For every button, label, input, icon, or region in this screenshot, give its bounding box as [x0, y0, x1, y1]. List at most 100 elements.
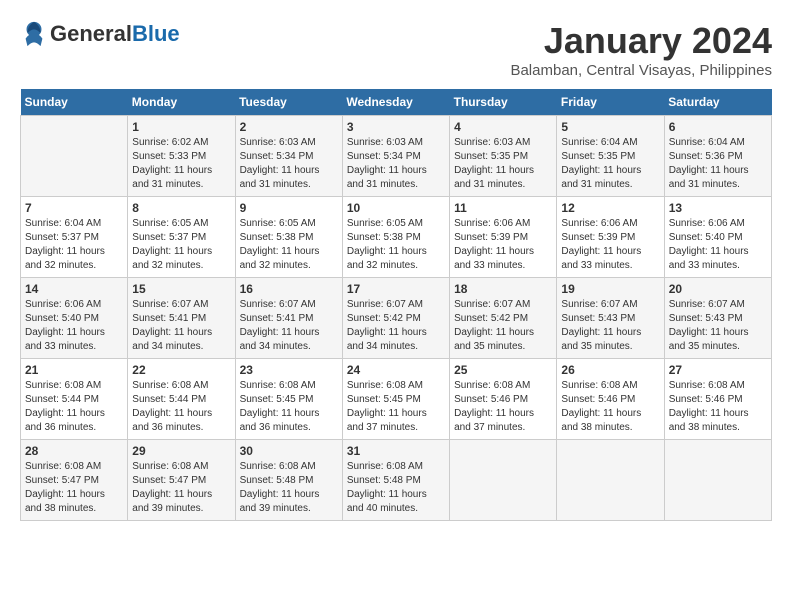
calendar-cell: 30 Sunrise: 6:08 AMSunset: 5:48 PMDaylig…	[235, 440, 342, 521]
day-info: Sunrise: 6:08 AMSunset: 5:48 PMDaylight:…	[240, 460, 338, 516]
location: Balamban, Central Visayas, Philippines	[510, 62, 772, 79]
calendar-cell: 4 Sunrise: 6:03 AMSunset: 5:35 PMDayligh…	[450, 116, 557, 197]
day-number: 26	[561, 363, 659, 377]
calendar-cell: 21 Sunrise: 6:08 AMSunset: 5:44 PMDaylig…	[21, 359, 128, 440]
day-number: 9	[240, 201, 338, 215]
calendar-cell: 29 Sunrise: 6:08 AMSunset: 5:47 PMDaylig…	[128, 440, 235, 521]
day-info: Sunrise: 6:07 AMSunset: 5:41 PMDaylight:…	[240, 298, 338, 354]
calendar-cell: 25 Sunrise: 6:08 AMSunset: 5:46 PMDaylig…	[450, 359, 557, 440]
calendar-cell: 24 Sunrise: 6:08 AMSunset: 5:45 PMDaylig…	[342, 359, 449, 440]
day-number: 17	[347, 282, 445, 296]
calendar-cell: 2 Sunrise: 6:03 AMSunset: 5:34 PMDayligh…	[235, 116, 342, 197]
day-info: Sunrise: 6:08 AMSunset: 5:47 PMDaylight:…	[25, 460, 123, 516]
calendar-cell: 26 Sunrise: 6:08 AMSunset: 5:46 PMDaylig…	[557, 359, 664, 440]
calendar-cell: 16 Sunrise: 6:07 AMSunset: 5:41 PMDaylig…	[235, 278, 342, 359]
day-info: Sunrise: 6:07 AMSunset: 5:42 PMDaylight:…	[347, 298, 445, 354]
day-info: Sunrise: 6:08 AMSunset: 5:47 PMDaylight:…	[132, 460, 230, 516]
day-info: Sunrise: 6:05 AMSunset: 5:38 PMDaylight:…	[240, 217, 338, 273]
day-info: Sunrise: 6:08 AMSunset: 5:46 PMDaylight:…	[669, 379, 767, 435]
day-info: Sunrise: 6:04 AMSunset: 5:37 PMDaylight:…	[25, 217, 123, 273]
day-info: Sunrise: 6:04 AMSunset: 5:36 PMDaylight:…	[669, 136, 767, 192]
calendar-cell: 6 Sunrise: 6:04 AMSunset: 5:36 PMDayligh…	[664, 116, 771, 197]
calendar-table: SundayMondayTuesdayWednesdayThursdayFrid…	[20, 89, 772, 521]
day-number: 20	[669, 282, 767, 296]
day-info: Sunrise: 6:08 AMSunset: 5:46 PMDaylight:…	[454, 379, 552, 435]
day-number: 29	[132, 444, 230, 458]
day-info: Sunrise: 6:08 AMSunset: 5:48 PMDaylight:…	[347, 460, 445, 516]
day-info: Sunrise: 6:03 AMSunset: 5:35 PMDaylight:…	[454, 136, 552, 192]
day-info: Sunrise: 6:05 AMSunset: 5:38 PMDaylight:…	[347, 217, 445, 273]
calendar-cell: 10 Sunrise: 6:05 AMSunset: 5:38 PMDaylig…	[342, 197, 449, 278]
weekday-header: Wednesday	[342, 89, 449, 116]
day-info: Sunrise: 6:06 AMSunset: 5:40 PMDaylight:…	[669, 217, 767, 273]
logo-general: General	[50, 21, 132, 47]
calendar-cell: 8 Sunrise: 6:05 AMSunset: 5:37 PMDayligh…	[128, 197, 235, 278]
calendar-week-row: 7 Sunrise: 6:04 AMSunset: 5:37 PMDayligh…	[21, 197, 772, 278]
day-number: 24	[347, 363, 445, 377]
calendar-cell: 18 Sunrise: 6:07 AMSunset: 5:42 PMDaylig…	[450, 278, 557, 359]
day-number: 12	[561, 201, 659, 215]
calendar-cell: 1 Sunrise: 6:02 AMSunset: 5:33 PMDayligh…	[128, 116, 235, 197]
day-number: 14	[25, 282, 123, 296]
day-number: 25	[454, 363, 552, 377]
day-number: 2	[240, 120, 338, 134]
day-info: Sunrise: 6:07 AMSunset: 5:42 PMDaylight:…	[454, 298, 552, 354]
month-title: January 2024	[510, 20, 772, 62]
day-info: Sunrise: 6:06 AMSunset: 5:40 PMDaylight:…	[25, 298, 123, 354]
day-info: Sunrise: 6:04 AMSunset: 5:35 PMDaylight:…	[561, 136, 659, 192]
day-info: Sunrise: 6:08 AMSunset: 5:45 PMDaylight:…	[240, 379, 338, 435]
calendar-cell: 7 Sunrise: 6:04 AMSunset: 5:37 PMDayligh…	[21, 197, 128, 278]
day-number: 27	[669, 363, 767, 377]
day-info: Sunrise: 6:08 AMSunset: 5:44 PMDaylight:…	[25, 379, 123, 435]
day-number: 3	[347, 120, 445, 134]
day-info: Sunrise: 6:08 AMSunset: 5:46 PMDaylight:…	[561, 379, 659, 435]
calendar-cell	[664, 440, 771, 521]
day-number: 23	[240, 363, 338, 377]
calendar-cell: 19 Sunrise: 6:07 AMSunset: 5:43 PMDaylig…	[557, 278, 664, 359]
day-number: 11	[454, 201, 552, 215]
calendar-cell: 22 Sunrise: 6:08 AMSunset: 5:44 PMDaylig…	[128, 359, 235, 440]
weekday-header: Sunday	[21, 89, 128, 116]
day-number: 30	[240, 444, 338, 458]
day-number: 8	[132, 201, 230, 215]
calendar-cell	[21, 116, 128, 197]
day-number: 16	[240, 282, 338, 296]
weekday-header: Monday	[128, 89, 235, 116]
calendar-cell: 3 Sunrise: 6:03 AMSunset: 5:34 PMDayligh…	[342, 116, 449, 197]
day-info: Sunrise: 6:07 AMSunset: 5:43 PMDaylight:…	[561, 298, 659, 354]
day-number: 1	[132, 120, 230, 134]
weekday-header: Tuesday	[235, 89, 342, 116]
day-number: 28	[25, 444, 123, 458]
day-number: 13	[669, 201, 767, 215]
calendar-cell: 12 Sunrise: 6:06 AMSunset: 5:39 PMDaylig…	[557, 197, 664, 278]
calendar-week-row: 14 Sunrise: 6:06 AMSunset: 5:40 PMDaylig…	[21, 278, 772, 359]
day-number: 10	[347, 201, 445, 215]
calendar-week-row: 21 Sunrise: 6:08 AMSunset: 5:44 PMDaylig…	[21, 359, 772, 440]
day-info: Sunrise: 6:05 AMSunset: 5:37 PMDaylight:…	[132, 217, 230, 273]
weekday-header: Friday	[557, 89, 664, 116]
day-number: 31	[347, 444, 445, 458]
calendar-cell: 11 Sunrise: 6:06 AMSunset: 5:39 PMDaylig…	[450, 197, 557, 278]
day-info: Sunrise: 6:06 AMSunset: 5:39 PMDaylight:…	[454, 217, 552, 273]
logo-blue: Blue	[132, 21, 180, 47]
day-info: Sunrise: 6:07 AMSunset: 5:41 PMDaylight:…	[132, 298, 230, 354]
logo: GeneralBlue	[20, 20, 180, 48]
day-info: Sunrise: 6:08 AMSunset: 5:45 PMDaylight:…	[347, 379, 445, 435]
day-number: 6	[669, 120, 767, 134]
calendar-cell: 27 Sunrise: 6:08 AMSunset: 5:46 PMDaylig…	[664, 359, 771, 440]
day-number: 15	[132, 282, 230, 296]
calendar-cell	[450, 440, 557, 521]
day-number: 21	[25, 363, 123, 377]
calendar-cell: 15 Sunrise: 6:07 AMSunset: 5:41 PMDaylig…	[128, 278, 235, 359]
calendar-cell: 14 Sunrise: 6:06 AMSunset: 5:40 PMDaylig…	[21, 278, 128, 359]
day-number: 5	[561, 120, 659, 134]
day-number: 7	[25, 201, 123, 215]
day-number: 4	[454, 120, 552, 134]
calendar-cell: 17 Sunrise: 6:07 AMSunset: 5:42 PMDaylig…	[342, 278, 449, 359]
calendar-cell	[557, 440, 664, 521]
weekday-header: Saturday	[664, 89, 771, 116]
day-info: Sunrise: 6:03 AMSunset: 5:34 PMDaylight:…	[240, 136, 338, 192]
calendar-cell: 23 Sunrise: 6:08 AMSunset: 5:45 PMDaylig…	[235, 359, 342, 440]
day-number: 18	[454, 282, 552, 296]
day-number: 19	[561, 282, 659, 296]
